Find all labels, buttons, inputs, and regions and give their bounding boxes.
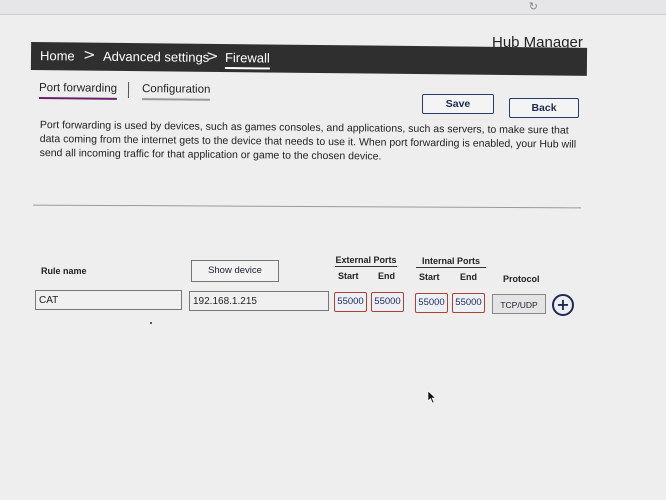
breadcrumb-home[interactable]: Home xyxy=(40,48,75,63)
external-start-port-input[interactable]: 55000 xyxy=(334,292,367,312)
divider xyxy=(33,204,581,209)
tab-configuration[interactable]: Configuration xyxy=(141,83,211,101)
plus-circle-icon[interactable]: + xyxy=(552,294,574,316)
internal-start-header: Start xyxy=(419,272,440,282)
breadcrumb: Home > Advanced settings > Firewall xyxy=(30,42,588,76)
stray-mark xyxy=(150,322,152,324)
breadcrumb-separator: > xyxy=(82,45,96,64)
external-end-port-input[interactable]: 55000 xyxy=(371,292,404,312)
browser-top-strip: ↻ xyxy=(0,0,666,15)
show-device-button[interactable]: Show device xyxy=(191,260,279,282)
mouse-pointer-icon xyxy=(427,390,437,404)
rule-name-input[interactable]: CAT xyxy=(35,290,182,310)
external-ports-header: External Ports xyxy=(335,255,397,267)
external-start-header: Start xyxy=(338,271,359,281)
device-ip-input[interactable]: 192.168.1.215 xyxy=(189,291,329,311)
internal-start-port-input[interactable]: 55000 xyxy=(415,293,448,313)
protocol-select[interactable]: TCP/UDP xyxy=(492,294,546,314)
external-end-header: End xyxy=(378,271,395,281)
breadcrumb-firewall: Firewall xyxy=(224,50,270,70)
tab-port-forwarding[interactable]: Port forwarding xyxy=(38,82,118,100)
internal-end-port-input[interactable]: 55000 xyxy=(452,293,485,313)
reload-icon[interactable]: ↻ xyxy=(529,0,538,13)
tab-bar: Port forwarding Configuration xyxy=(38,80,338,107)
back-button[interactable]: Back xyxy=(509,98,579,118)
breadcrumb-advanced-settings[interactable]: Advanced settings xyxy=(103,49,209,65)
internal-end-header: End xyxy=(460,272,477,282)
page-description: Port forwarding is used by devices, such… xyxy=(39,118,577,163)
internal-ports-header: Internal Ports xyxy=(416,256,486,268)
protocol-header: Protocol xyxy=(503,274,540,284)
breadcrumb-separator: > xyxy=(205,46,219,65)
save-button[interactable]: Save xyxy=(422,94,494,114)
tab-divider xyxy=(127,81,130,98)
rule-name-header: Rule name xyxy=(41,266,87,276)
